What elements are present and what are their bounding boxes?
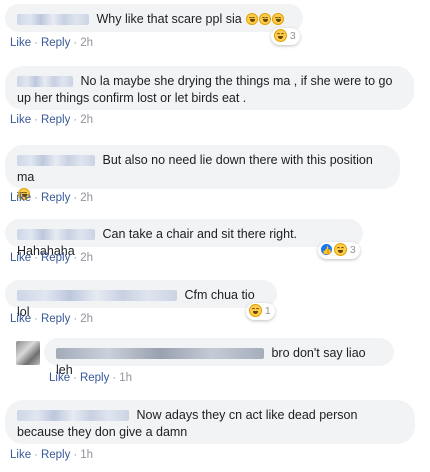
comment-bubble: Now adays they cn act like dead person b…	[5, 400, 415, 444]
timestamp[interactable]: 1h	[80, 449, 93, 461]
comment-bubble: Can take a chair and sit there right. Ha…	[5, 219, 363, 258]
laughing-emoji-icon	[259, 13, 272, 25]
reply-link[interactable]: Reply	[41, 37, 70, 49]
reply-link[interactable]: Reply	[41, 313, 70, 325]
comment-5: Cfm chua tio lol 1 Like · Reply · 2h	[0, 280, 430, 332]
comment-text: Why like that scare ppl sia	[96, 12, 242, 26]
reaction-count: 1	[264, 305, 271, 317]
reply-link[interactable]: Reply	[41, 192, 70, 204]
timestamp[interactable]: 2h	[80, 313, 93, 325]
laughing-emoji-icon	[274, 29, 287, 42]
blurred-author-name	[17, 14, 89, 26]
comment-bubble: But also no need lie down there with thi…	[5, 145, 400, 200]
comment-bubble: Cfm chua tio lol	[5, 280, 277, 319]
blurred-author-name	[56, 348, 264, 360]
like-link[interactable]: Like	[10, 192, 31, 204]
comment-7: Now adays they cn act like dead person b…	[0, 400, 430, 472]
reply-link[interactable]: Reply	[41, 252, 70, 264]
blurred-author-name	[17, 76, 73, 88]
comment-6-reply: bro don't say liao leh Like · Reply · 1h	[0, 338, 430, 390]
like-link[interactable]: Like	[49, 372, 70, 384]
comment-4: Can take a chair and sit there right. Ha…	[0, 219, 430, 271]
like-link[interactable]: Like	[10, 449, 31, 461]
reply-link[interactable]: Reply	[41, 114, 70, 126]
comment-1: Why like that scare ppl sia 3 Like · Reply…	[0, 0, 430, 52]
timestamp[interactable]: 2h	[80, 252, 93, 264]
reaction-count: 3	[289, 30, 296, 42]
comment-bubble: Why like that scare ppl sia	[5, 4, 303, 32]
comment-2: No la maybe she drying the things ma , i…	[0, 62, 430, 132]
blurred-author-name	[17, 290, 177, 302]
comment-actions: Like · Reply · 1h	[49, 372, 132, 384]
reaction-summary[interactable]: 3	[318, 242, 360, 259]
reply-link[interactable]: Reply	[41, 449, 70, 461]
like-link[interactable]: Like	[10, 37, 31, 49]
like-link[interactable]: Like	[10, 252, 31, 264]
like-link[interactable]: Like	[10, 313, 31, 325]
comment-actions: Like · Reply · 2h	[10, 252, 93, 264]
laughing-emoji-icon	[334, 243, 347, 256]
blurred-author-name	[17, 410, 129, 422]
comment-actions: Like · Reply · 2h	[10, 37, 93, 49]
comment-3: But also no need lie down there with thi…	[0, 141, 430, 211]
reaction-summary[interactable]: 3	[271, 28, 300, 45]
laughing-emoji-icon	[246, 13, 259, 25]
reaction-summary[interactable]: 1	[246, 303, 275, 320]
like-reaction-icon	[320, 242, 333, 259]
blurred-author-name	[17, 229, 95, 241]
reaction-count: 3	[349, 244, 356, 256]
comment-text: No la maybe she drying the things ma , i…	[17, 74, 393, 105]
avatar[interactable]	[16, 341, 40, 365]
like-link[interactable]: Like	[10, 114, 31, 126]
timestamp[interactable]: 2h	[80, 114, 93, 126]
timestamp[interactable]: 2h	[80, 37, 93, 49]
comment-actions: Like · Reply · 2h	[10, 114, 93, 126]
blurred-author-name	[17, 155, 95, 167]
comment-actions: Like · Reply · 1h	[10, 449, 93, 461]
comment-actions: Like · Reply · 2h	[10, 313, 93, 325]
timestamp[interactable]: 2h	[80, 192, 93, 204]
laughing-emoji-icon	[272, 13, 285, 25]
laughing-emoji-icon	[249, 304, 262, 317]
comment-bubble: No la maybe she drying the things ma , i…	[5, 66, 414, 110]
timestamp[interactable]: 1h	[119, 372, 132, 384]
comment-actions: Like · Reply · 2h	[10, 192, 93, 204]
reply-link[interactable]: Reply	[80, 372, 109, 384]
comment-bubble: bro don't say liao leh	[44, 338, 394, 377]
